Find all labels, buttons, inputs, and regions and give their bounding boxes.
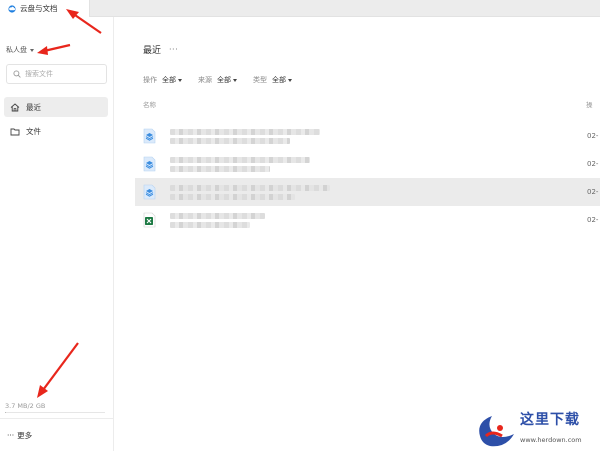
space-selector[interactable]: 私人盘 (6, 45, 34, 55)
search-box[interactable] (6, 64, 107, 84)
file-list: 02- 02- 02- 02- (135, 122, 600, 234)
doc-icon (143, 128, 156, 144)
sidebar-divider (0, 418, 114, 419)
more-label: 更多 (17, 431, 33, 440)
column-name[interactable]: 名称 (143, 99, 156, 109)
watermark-title: 这里下载 (520, 412, 580, 428)
file-row[interactable]: 02- (135, 206, 600, 234)
file-row[interactable]: 02- (135, 178, 600, 206)
watermark: 这里下载 www.herdown.com (470, 405, 600, 451)
file-row[interactable]: 02- (135, 122, 600, 150)
title-more-button[interactable]: ··· (169, 45, 178, 54)
file-date: 02- (587, 132, 599, 140)
chevron-down-icon (288, 78, 292, 82)
more-button[interactable]: ··· 更多 (7, 430, 32, 441)
filter-value: 全部 (272, 76, 286, 84)
file-name-blurred (170, 156, 310, 172)
storage-bar (5, 412, 105, 413)
ellipsis-icon: ··· (7, 431, 15, 440)
file-name-blurred (170, 212, 265, 228)
chevron-down-icon (30, 48, 34, 52)
app-window: 云盘与文档 私人盘 最近 文件 3. (0, 0, 600, 451)
filter-label: 来源 (198, 76, 212, 84)
excel-icon (143, 212, 156, 228)
file-date: 02- (587, 188, 599, 196)
sidebar: 私人盘 最近 文件 3.7 MB/2 GB (0, 17, 114, 451)
sidebar-item-label: 最近 (26, 102, 41, 112)
filter-operation: 操作 全部 (143, 75, 182, 85)
file-name-blurred (170, 184, 330, 200)
home-icon (10, 102, 20, 111)
main-content: 最近 ··· 操作 全部 来源 全部 类型 全部 名称 操 02- 02- 02… (115, 17, 600, 451)
filter-operation-dropdown[interactable]: 全部 (162, 75, 182, 85)
page-title-text: 最近 (143, 46, 162, 56)
filter-source: 来源 全部 (198, 75, 237, 85)
file-name-blurred (170, 128, 320, 144)
tab-bar: 云盘与文档 (0, 0, 600, 17)
doc-icon (143, 184, 156, 200)
search-input[interactable] (25, 70, 105, 78)
doc-icon (143, 156, 156, 172)
watermark-logo (479, 416, 514, 447)
cloud-icon (8, 4, 16, 13)
storage-usage: 3.7 MB/2 GB (5, 402, 46, 410)
filter-value: 全部 (162, 76, 176, 84)
file-date: 02- (587, 160, 599, 168)
chevron-down-icon (233, 78, 237, 82)
tab-label: 云盘与文档 (20, 4, 58, 13)
filter-type: 类型 全部 (253, 75, 292, 85)
filter-label: 类型 (253, 76, 267, 84)
space-label: 私人盘 (6, 46, 27, 54)
watermark-url: www.herdown.com (520, 436, 582, 444)
file-row[interactable]: 02- (135, 150, 600, 178)
sidebar-item-recent[interactable]: 最近 (4, 97, 108, 117)
filter-source-dropdown[interactable]: 全部 (217, 75, 237, 85)
filter-bar: 操作 全部 来源 全部 类型 全部 (143, 75, 292, 85)
storage-bar-fill (5, 412, 6, 413)
sidebar-item-files[interactable]: 文件 (4, 121, 108, 141)
search-icon (13, 70, 21, 78)
folder-icon (10, 128, 20, 135)
file-date: 02- (587, 216, 599, 224)
chevron-down-icon (178, 78, 182, 82)
column-operation[interactable]: 操 (586, 99, 593, 109)
tab-cloud-docs[interactable]: 云盘与文档 (0, 0, 90, 17)
filter-value: 全部 (217, 76, 231, 84)
filter-label: 操作 (143, 76, 157, 84)
filter-type-dropdown[interactable]: 全部 (272, 75, 292, 85)
sidebar-item-label: 文件 (26, 126, 41, 136)
page-title: 最近 ··· (143, 43, 178, 56)
